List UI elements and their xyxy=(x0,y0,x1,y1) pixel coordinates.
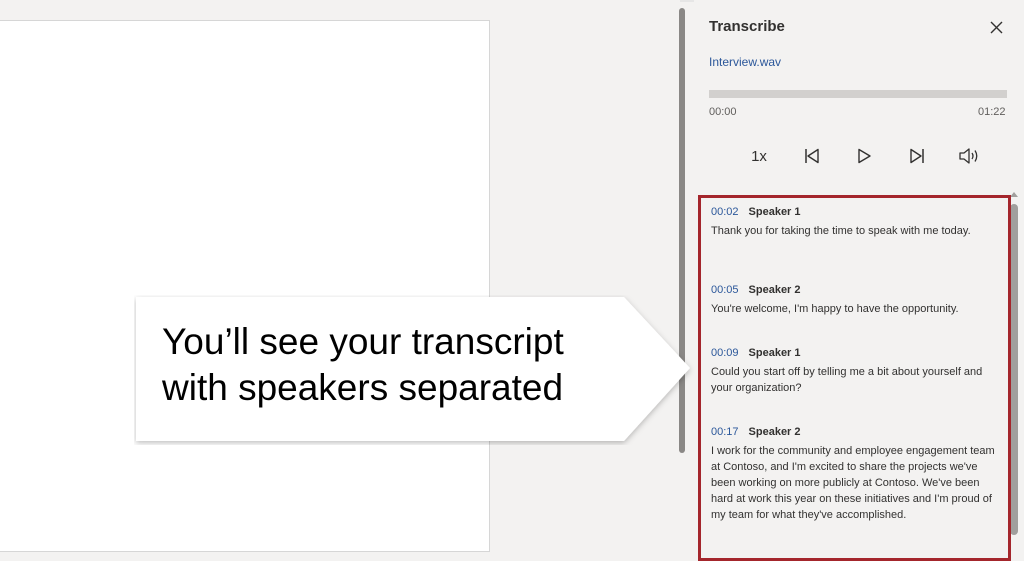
callout-text: You’ll see your transcript with speakers… xyxy=(162,319,662,411)
callout-tooltip: You’ll see your transcript with speakers… xyxy=(134,295,694,443)
forward-button[interactable] xyxy=(902,141,932,171)
playback-progress-bar[interactable] xyxy=(709,90,1007,98)
timestamp-link[interactable]: 00:05 xyxy=(711,284,739,296)
total-time: 01:22 xyxy=(978,106,1006,118)
transcript-text: Thank you for taking the time to speak w… xyxy=(711,225,971,237)
transcript-entry: 00:02 Speaker 1 Thank you for taking the … xyxy=(711,206,996,239)
speed-button[interactable]: 1x xyxy=(744,141,774,171)
timestamp-link[interactable]: 00:17 xyxy=(711,426,739,438)
transcript-entry: 00:09 Speaker 1 Could you start off by te… xyxy=(711,347,996,396)
speaker-label: Speaker 1 xyxy=(748,347,801,359)
transcribe-pane: Transcribe Interview.wav 00:00 01:22 1x xyxy=(694,0,1024,561)
close-icon xyxy=(990,21,1002,33)
audio-file-link[interactable]: Interview.wav xyxy=(709,55,781,69)
current-time: 00:00 xyxy=(709,106,737,118)
play-icon xyxy=(858,148,871,164)
transcript-entry: 00:05 Speaker 2 You're welcome, I'm happy… xyxy=(711,284,996,317)
playback-controls: 1x xyxy=(744,140,984,172)
forward-icon xyxy=(909,148,924,164)
pane-title: Transcribe xyxy=(709,18,785,35)
close-button[interactable] xyxy=(986,17,1006,37)
callout-line-1: You’ll see your transcript xyxy=(162,321,564,362)
document-canvas xyxy=(0,0,680,552)
rewind-icon xyxy=(804,148,819,164)
timestamp-link[interactable]: 00:02 xyxy=(711,206,739,218)
rewind-button[interactable] xyxy=(797,141,827,171)
transcript-scrollbar[interactable] xyxy=(1010,204,1018,535)
play-button[interactable] xyxy=(849,141,879,171)
document-page[interactable] xyxy=(0,20,490,552)
speaker-label: Speaker 1 xyxy=(748,206,801,218)
speaker-label: Speaker 2 xyxy=(748,284,801,296)
timestamp-link[interactable]: 00:09 xyxy=(711,347,739,359)
transcript-text: I work for the community and employee en… xyxy=(711,445,995,521)
transcript-text: Could you start off by telling me a bit … xyxy=(711,366,983,394)
transcript-entry: 00:17 Speaker 2 I work for the community … xyxy=(711,426,996,523)
scroll-up-arrow-icon[interactable] xyxy=(1010,192,1018,197)
speed-label: 1x xyxy=(751,147,767,165)
transcript-text: You're welcome, I'm happy to have the op… xyxy=(711,303,959,315)
speaker-label: Speaker 2 xyxy=(748,426,801,438)
volume-button[interactable] xyxy=(954,141,984,171)
speaker-volume-icon xyxy=(959,148,978,164)
transcript-list: 00:02 Speaker 1 Thank you for taking the … xyxy=(698,195,1011,561)
callout-line-2: with speakers separated xyxy=(162,367,564,408)
